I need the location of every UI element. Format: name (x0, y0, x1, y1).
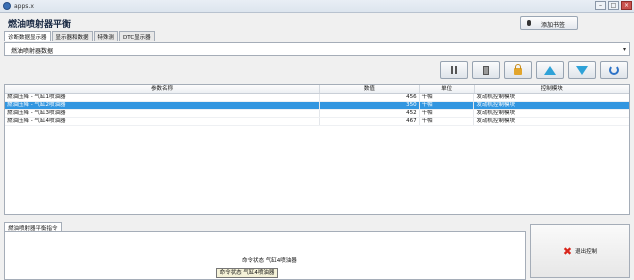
param-module: 发动机控制模块 (476, 110, 515, 116)
table-row[interactable]: 燃油压降 - 气缸3喷油器 452 千帕 发动机控制模块 (5, 110, 629, 118)
param-unit: 千帕 (420, 118, 475, 125)
param-unit: 千帕 (420, 110, 475, 117)
close-button[interactable]: × (621, 1, 632, 10)
app-icon (3, 2, 11, 10)
tab-dtc-display[interactable]: DTC显示器 (119, 31, 155, 41)
param-module: 发动机控制模块 (476, 102, 515, 108)
exit-control-label: 退出控制 (575, 249, 598, 255)
parameter-table: 参数名称 数值 单位 控制模块 燃油压降 - 气缸1喷油器 456 千帕 发动机… (4, 84, 630, 215)
record-button[interactable] (472, 61, 500, 79)
command-status-label: 命令状态 气缸4喷油器 (242, 258, 297, 264)
table-row[interactable]: 燃油压降 - 气缸1喷油器 456 千帕 发动机控制模块 (5, 94, 629, 102)
header-value[interactable]: 数值 (320, 85, 420, 93)
param-value: 452 (320, 110, 420, 117)
chevron-down-icon[interactable]: ▾ (623, 46, 626, 53)
param-name: 燃油压降 - 气缸1喷油器 (5, 94, 320, 101)
table-header: 参数名称 数值 单位 控制模块 (5, 85, 629, 94)
window-controls: – □ × (595, 1, 632, 10)
param-name: 燃油压降 - 气缸4喷油器 (5, 118, 320, 125)
header-module[interactable]: 控制模块 (475, 85, 630, 93)
data-list-value: 燃油喷射器数据 (11, 48, 54, 55)
param-value: 467 (320, 118, 420, 125)
add-bookmark-label: 添加书签 (541, 22, 566, 29)
param-unit: 千帕 (420, 94, 475, 101)
minimize-button[interactable]: – (595, 1, 606, 10)
tab-bar: 诊断数据显示器 显示器和数据 特殊测 DTC显示器 (4, 31, 156, 41)
arrow-down-icon (576, 65, 588, 75)
param-module: 发动机控制模块 (476, 94, 515, 100)
page-title: 燃油喷射器平衡 (8, 20, 72, 30)
lock-icon (514, 64, 522, 75)
pause-icon (451, 66, 457, 74)
command-panel: 命令状态 气缸4喷油器 命令状态 气缸4喷油器 (4, 231, 526, 280)
refresh-icon (609, 65, 619, 75)
command-status-button[interactable]: 命令状态 气缸4喷油器 (216, 268, 278, 278)
exit-control-button[interactable]: ✖ 退出控制 (530, 224, 630, 278)
param-name: 燃油压降 - 气缸2喷油器 (5, 102, 320, 109)
param-name: 燃油压降 - 气缸3喷油器 (5, 110, 320, 117)
move-up-button[interactable] (536, 61, 564, 79)
close-x-icon: ✖ (562, 244, 573, 258)
arrow-up-icon (544, 65, 556, 75)
title-bar: apps.x – □ × (0, 0, 634, 13)
header-param-name[interactable]: 参数名称 (5, 85, 320, 93)
param-unit: 千帕 (420, 102, 475, 109)
table-row[interactable]: 燃油压降 - 气缸4喷油器 467 千帕 发动机控制模块 (5, 118, 629, 126)
move-down-button[interactable] (568, 61, 596, 79)
toolbar (440, 61, 628, 79)
record-icon (483, 65, 489, 75)
microphone-icon (527, 20, 531, 26)
param-module: 发动机控制模块 (476, 118, 515, 124)
param-value: 350 (320, 102, 420, 109)
param-value: 456 (320, 94, 420, 101)
tab-display-data[interactable]: 显示器和数据 (51, 31, 93, 41)
refresh-button[interactable] (600, 61, 628, 79)
lock-button[interactable] (504, 61, 532, 79)
table-row-selected[interactable]: 燃油压降 - 气缸2喷油器 350 千帕 发动机控制模块 (5, 102, 629, 110)
add-bookmark-button[interactable]: 添加书签 (520, 16, 578, 30)
header-unit[interactable]: 单位 (420, 85, 475, 93)
window-title: apps.x (14, 3, 34, 10)
tab-special-tests[interactable]: 特殊测 (93, 31, 119, 41)
data-list-select[interactable]: 燃油喷射器数据 ▾ (4, 42, 630, 56)
pause-button[interactable] (440, 61, 468, 79)
tab-diagnostic-data[interactable]: 诊断数据显示器 (4, 31, 51, 41)
maximize-button[interactable]: □ (608, 1, 619, 10)
